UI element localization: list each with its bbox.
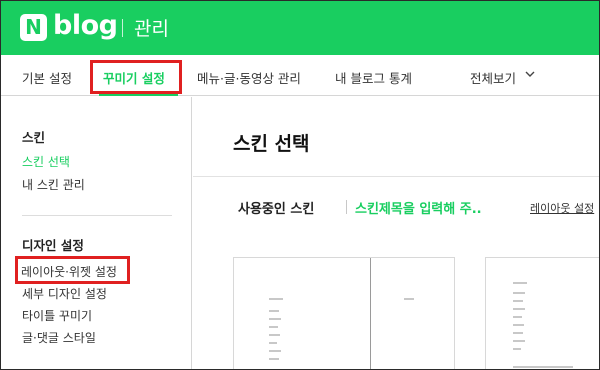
sidebar-item-post-comment-style[interactable]: 글·댓글 스타일 xyxy=(22,329,96,346)
main-content: 스킨 선택 사용중인 스킨 스킨제목을 입력해 주.. 레이아웃 설정 xyxy=(193,97,599,369)
main-title: 스킨 선택 xyxy=(233,133,310,155)
top-header: N blog 관리 xyxy=(1,1,599,55)
tab-decorate-settings[interactable]: 꾸미기 설정 xyxy=(103,68,165,87)
layout-settings-link[interactable]: 레이아웃 설정 xyxy=(530,200,594,216)
skin-thumbnail[interactable] xyxy=(233,257,455,369)
thumbnail-line xyxy=(269,342,277,344)
tab-basic-settings[interactable]: 기본 설정 xyxy=(22,68,72,87)
thumbnail-line xyxy=(269,318,281,320)
thumbnail-line xyxy=(513,308,525,310)
thumbnail-line xyxy=(269,310,279,312)
sidebar-heading-skin: 스킨 xyxy=(22,130,46,145)
thumbnail-line xyxy=(269,326,278,328)
page-title-manage: 관리 xyxy=(134,18,169,40)
current-skin-bar: 사용중인 스킨 스킨제목을 입력해 주.. 레이아웃 설정 xyxy=(193,196,599,218)
sidebar-item-title-decorate[interactable]: 타이틀 꾸미기 xyxy=(22,307,92,324)
header-divider xyxy=(122,19,123,37)
sidebar-heading-design: 디자인 설정 xyxy=(22,238,84,253)
thumbnail-line xyxy=(269,334,280,336)
thumbnail-divider xyxy=(370,258,371,369)
active-tab-indicator xyxy=(99,93,178,96)
thumbnail-line xyxy=(513,292,525,294)
thumbnail-line xyxy=(513,340,525,342)
main-divider xyxy=(193,176,599,177)
skin-bar-separator xyxy=(346,200,347,214)
blog-logo[interactable]: blog xyxy=(53,10,118,41)
naver-logo-icon[interactable]: N xyxy=(20,14,47,41)
tab-bar: 기본 설정 꾸미기 설정 메뉴·글·동영상 관리 내 블로그 통계 전체보기 xyxy=(1,55,599,96)
tab-menu-post-video[interactable]: 메뉴·글·동영상 관리 xyxy=(197,68,301,87)
current-skin-name[interactable]: 스킨제목을 입력해 주.. xyxy=(355,198,482,217)
tab-blog-stats[interactable]: 내 블로그 통계 xyxy=(335,68,412,87)
sidebar-item-layout-widget[interactable]: 레이아웃·위젯 설정 xyxy=(21,263,117,280)
sidebar-item-detail-design[interactable]: 세부 디자인 설정 xyxy=(22,285,107,302)
in-use-skin-label: 사용중인 스킨 xyxy=(238,202,315,217)
thumbnail-line xyxy=(513,316,522,318)
sidebar: 스킨 스킨 선택 내 스킨 관리 디자인 설정 레이아웃·위젯 설정 세부 디자… xyxy=(1,97,192,369)
sidebar-item-skin-select[interactable]: 스킨 선택 xyxy=(22,153,70,170)
browser-frame: N blog 관리 기본 설정 꾸미기 설정 메뉴·글·동영상 관리 내 블로그… xyxy=(0,0,600,370)
thumbnail-line xyxy=(269,358,279,360)
thumbnail-line xyxy=(513,366,573,368)
tab-view-all[interactable]: 전체보기 xyxy=(470,68,516,87)
thumbnail-line xyxy=(404,298,414,300)
thumbnail-line xyxy=(269,350,281,352)
thumbnail-line xyxy=(513,348,521,350)
thumbnail-line xyxy=(513,282,527,284)
sidebar-divider xyxy=(22,215,172,216)
skin-thumbnail[interactable] xyxy=(485,257,599,369)
thumbnail-line xyxy=(513,324,524,326)
thumbnail-line xyxy=(513,300,523,302)
sidebar-item-my-skin[interactable]: 내 스킨 관리 xyxy=(22,176,85,193)
thumbnail-line xyxy=(513,332,523,334)
chevron-down-icon[interactable] xyxy=(524,68,536,80)
thumbnail-line xyxy=(269,298,283,300)
